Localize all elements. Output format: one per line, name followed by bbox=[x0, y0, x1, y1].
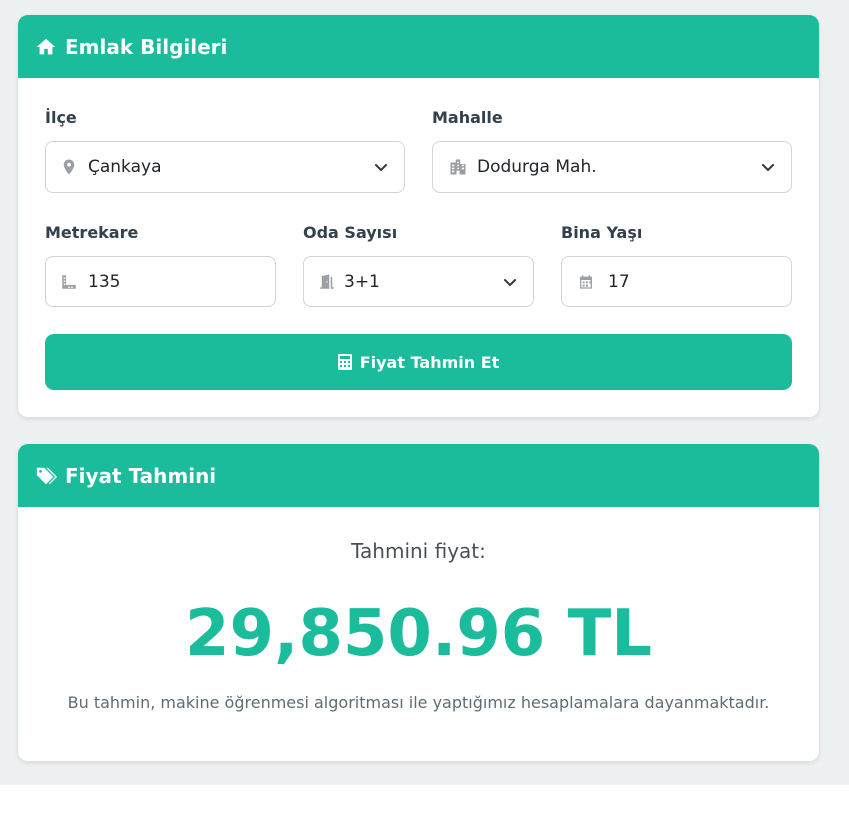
tags-icon bbox=[35, 465, 57, 487]
chevron-down-icon bbox=[502, 274, 518, 290]
estimated-price-label: Tahmini fiyat: bbox=[351, 539, 486, 563]
chevron-down-icon bbox=[373, 159, 389, 175]
age-label: Bina Yaşı bbox=[561, 223, 643, 242]
estimate-disclaimer: Bu tahmin, makine öğrenmesi algoritması … bbox=[67, 693, 770, 712]
map-marker-icon bbox=[60, 158, 78, 176]
rooms-select[interactable]: 3+1 bbox=[303, 256, 534, 307]
rooms-label: Oda Sayısı bbox=[303, 223, 398, 242]
area-input[interactable]: 135 bbox=[45, 256, 276, 307]
district-select[interactable]: Çankaya bbox=[45, 141, 405, 193]
area-value: 135 bbox=[88, 271, 121, 292]
district-label: İlçe bbox=[45, 108, 77, 127]
building-icon bbox=[447, 158, 469, 176]
calculator-icon bbox=[337, 354, 352, 370]
estimated-price-value: 29,850.96 TL bbox=[184, 597, 653, 671]
area-label: Metrekare bbox=[45, 223, 139, 242]
property-info-title: Emlak Bilgileri bbox=[65, 34, 228, 59]
district-value: Çankaya bbox=[88, 157, 162, 177]
property-info-header: Emlak Bilgileri bbox=[18, 15, 819, 78]
ruler-icon bbox=[60, 273, 78, 291]
price-estimate-title: Fiyat Tahmini bbox=[65, 463, 217, 488]
door-icon bbox=[318, 273, 336, 291]
property-info-card: Emlak Bilgileri İlçe Çankaya Mahalle Dod… bbox=[18, 15, 819, 417]
calendar-icon bbox=[578, 273, 596, 291]
price-estimate-card: Fiyat Tahmini Tahmini fiyat: 29,850.96 T… bbox=[18, 444, 819, 761]
estimate-price-label: Fiyat Tahmin Et bbox=[359, 352, 500, 372]
chevron-down-icon bbox=[760, 159, 776, 175]
neighborhood-value: Dodurga Mah. bbox=[477, 157, 597, 177]
rooms-value: 3+1 bbox=[344, 271, 380, 292]
age-input[interactable]: 17 bbox=[561, 256, 792, 307]
neighborhood-label: Mahalle bbox=[432, 108, 503, 127]
estimate-price-button[interactable]: Fiyat Tahmin Et bbox=[45, 334, 792, 390]
home-icon bbox=[35, 36, 57, 58]
price-estimate-header: Fiyat Tahmini bbox=[18, 444, 819, 507]
neighborhood-select[interactable]: Dodurga Mah. bbox=[432, 141, 792, 193]
age-value: 17 bbox=[608, 271, 630, 292]
